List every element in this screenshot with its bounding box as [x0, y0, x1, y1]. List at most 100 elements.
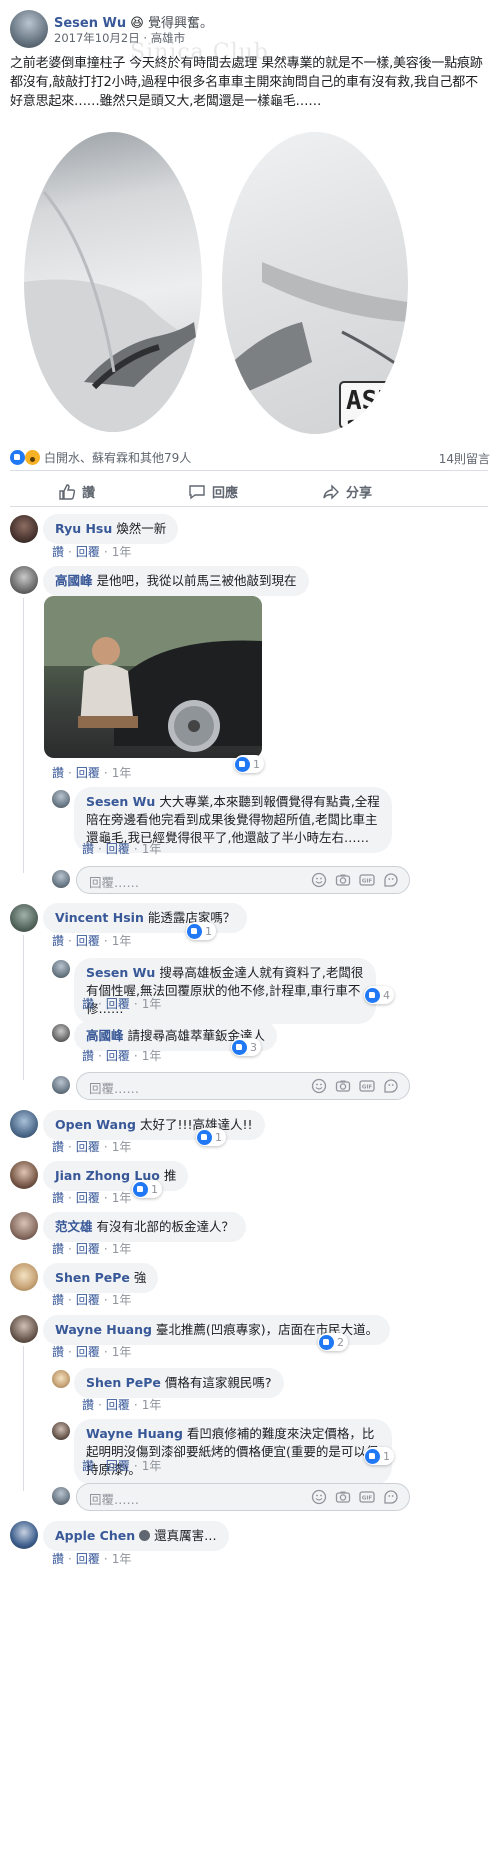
post-photo-2[interactable]: ASZ-2 [222, 132, 408, 434]
avatar[interactable] [52, 1024, 70, 1042]
reply-reply-link[interactable]: 回覆 [106, 997, 130, 1011]
avatar[interactable] [52, 790, 70, 808]
comment-photo[interactable] [44, 596, 262, 758]
avatar[interactable] [10, 1161, 38, 1189]
reply-time[interactable]: 1年 [142, 997, 162, 1011]
camera-icon[interactable] [335, 872, 351, 888]
reply-like-link[interactable]: 讚 [82, 1398, 94, 1412]
share-button[interactable]: 分享 [322, 482, 372, 501]
comment-like-link[interactable]: 讚 [52, 1191, 64, 1205]
gif-icon[interactable]: GIF [359, 1489, 375, 1505]
comments-count[interactable]: 14則留言 [439, 450, 490, 467]
avatar[interactable] [10, 1263, 38, 1291]
reply-input[interactable]: 回覆…… GIF [76, 1072, 410, 1100]
reply-like-link[interactable]: 讚 [82, 1459, 94, 1473]
avatar[interactable] [10, 1521, 38, 1549]
comment-reactions[interactable]: 1 [196, 1128, 226, 1146]
commenter-name[interactable]: Ryu Hsu [55, 521, 112, 536]
comment-like-link[interactable]: 讚 [52, 934, 64, 948]
comment-time[interactable]: 1年 [112, 545, 132, 559]
author-avatar[interactable] [10, 10, 48, 48]
avatar[interactable] [52, 960, 70, 978]
comment-time[interactable]: 1年 [112, 934, 132, 948]
reply-reply-link[interactable]: 回覆 [106, 1049, 130, 1063]
reply-reactions[interactable]: 3 [231, 1038, 261, 1056]
comment-reply-link[interactable]: 回覆 [76, 1293, 100, 1307]
comment-reply-link[interactable]: 回覆 [76, 1191, 100, 1205]
comment-reactions[interactable]: 1 [234, 755, 264, 773]
commenter-name[interactable]: 范文雄 [55, 1219, 93, 1234]
commenter-name[interactable]: Sesen Wu [86, 965, 155, 980]
comment-reply-link[interactable]: 回覆 [76, 1242, 100, 1256]
comment-time[interactable]: 1年 [112, 1242, 132, 1256]
reply-time[interactable]: 1年 [142, 1398, 162, 1412]
comment-reactions[interactable]: 2 [318, 1333, 348, 1351]
comment-reply-link[interactable]: 回覆 [76, 934, 100, 948]
commenter-name[interactable]: Vincent Hsin [55, 910, 144, 925]
avatar[interactable] [52, 1422, 70, 1440]
reply-reactions[interactable]: 1 [364, 1447, 394, 1465]
comment-like-link[interactable]: 讚 [52, 1293, 64, 1307]
author-name[interactable]: Sesen Wu [54, 16, 126, 31]
reply-like-link[interactable]: 讚 [82, 842, 94, 856]
reply-reactions[interactable]: 4 [364, 986, 394, 1004]
comment-like-link[interactable]: 讚 [52, 1345, 64, 1359]
avatar[interactable] [10, 1212, 38, 1240]
reply-time[interactable]: 1年 [142, 1459, 162, 1473]
comment-reply-link[interactable]: 回覆 [76, 1552, 100, 1566]
comment-like-link[interactable]: 讚 [52, 1140, 64, 1154]
sticker-icon[interactable] [383, 1489, 399, 1505]
commenter-name[interactable]: Open Wang [55, 1117, 136, 1132]
avatar[interactable] [10, 566, 38, 594]
sticker-icon[interactable] [383, 1078, 399, 1094]
comment-reply-link[interactable]: 回覆 [76, 1140, 100, 1154]
reply-reply-link[interactable]: 回覆 [106, 1459, 130, 1473]
reply-reply-link[interactable]: 回覆 [106, 842, 130, 856]
comment-reply-link[interactable]: 回覆 [76, 1345, 100, 1359]
reactors-text[interactable]: 白開水、蘇宥霖和其他79人 [44, 449, 191, 466]
avatar[interactable] [10, 904, 38, 932]
avatar[interactable] [10, 1315, 38, 1343]
comment-like-link[interactable]: 讚 [52, 545, 64, 559]
comment-button[interactable]: 回應 [188, 482, 238, 501]
reply-like-link[interactable]: 讚 [82, 1049, 94, 1063]
reply-time[interactable]: 1年 [142, 1049, 162, 1063]
commenter-name[interactable]: Apple Chen [55, 1528, 135, 1543]
reply-input[interactable]: 回覆…… GIF [76, 1483, 410, 1511]
like-button[interactable]: 讚 [58, 482, 95, 501]
gif-icon[interactable]: GIF [359, 872, 375, 888]
reply-like-link[interactable]: 讚 [82, 997, 94, 1011]
commenter-name[interactable]: Wayne Huang [86, 1426, 183, 1441]
comment-time[interactable]: 1年 [112, 1345, 132, 1359]
commenter-name[interactable]: 高國峰 [55, 573, 93, 588]
comment-reply-link[interactable]: 回覆 [76, 766, 100, 780]
emoji-icon[interactable] [311, 872, 327, 888]
avatar[interactable] [10, 515, 38, 543]
sticker-icon[interactable] [383, 872, 399, 888]
avatar[interactable] [10, 1110, 38, 1138]
comment-like-link[interactable]: 讚 [52, 1242, 64, 1256]
post-photo-1[interactable] [24, 132, 202, 432]
comment-like-link[interactable]: 讚 [52, 766, 64, 780]
gif-icon[interactable]: GIF [359, 1078, 375, 1094]
emoji-icon[interactable] [311, 1078, 327, 1094]
commenter-name[interactable]: Sesen Wu [86, 794, 155, 809]
comment-time[interactable]: 1年 [112, 766, 132, 780]
reply-input[interactable]: 回覆…… GIF [76, 866, 410, 894]
camera-icon[interactable] [335, 1489, 351, 1505]
comment-reactions[interactable]: 1 [186, 922, 216, 940]
comment-reactions[interactable]: 1 [132, 1180, 162, 1198]
comment-time[interactable]: 1年 [112, 1552, 132, 1566]
comment-reply-link[interactable]: 回覆 [76, 545, 100, 559]
comment-time[interactable]: 1年 [112, 1293, 132, 1307]
commenter-name[interactable]: Shen PePe [86, 1375, 161, 1390]
comment-like-link[interactable]: 讚 [52, 1552, 64, 1566]
reply-reply-link[interactable]: 回覆 [106, 1398, 130, 1412]
reply-time[interactable]: 1年 [142, 842, 162, 856]
commenter-name[interactable]: Wayne Huang [55, 1322, 152, 1337]
comment-time[interactable]: 1年 [112, 1191, 132, 1205]
camera-icon[interactable] [335, 1078, 351, 1094]
comment-time[interactable]: 1年 [112, 1140, 132, 1154]
commenter-name[interactable]: 高國峰 [86, 1028, 124, 1043]
commenter-name[interactable]: Shen PePe [55, 1270, 130, 1285]
